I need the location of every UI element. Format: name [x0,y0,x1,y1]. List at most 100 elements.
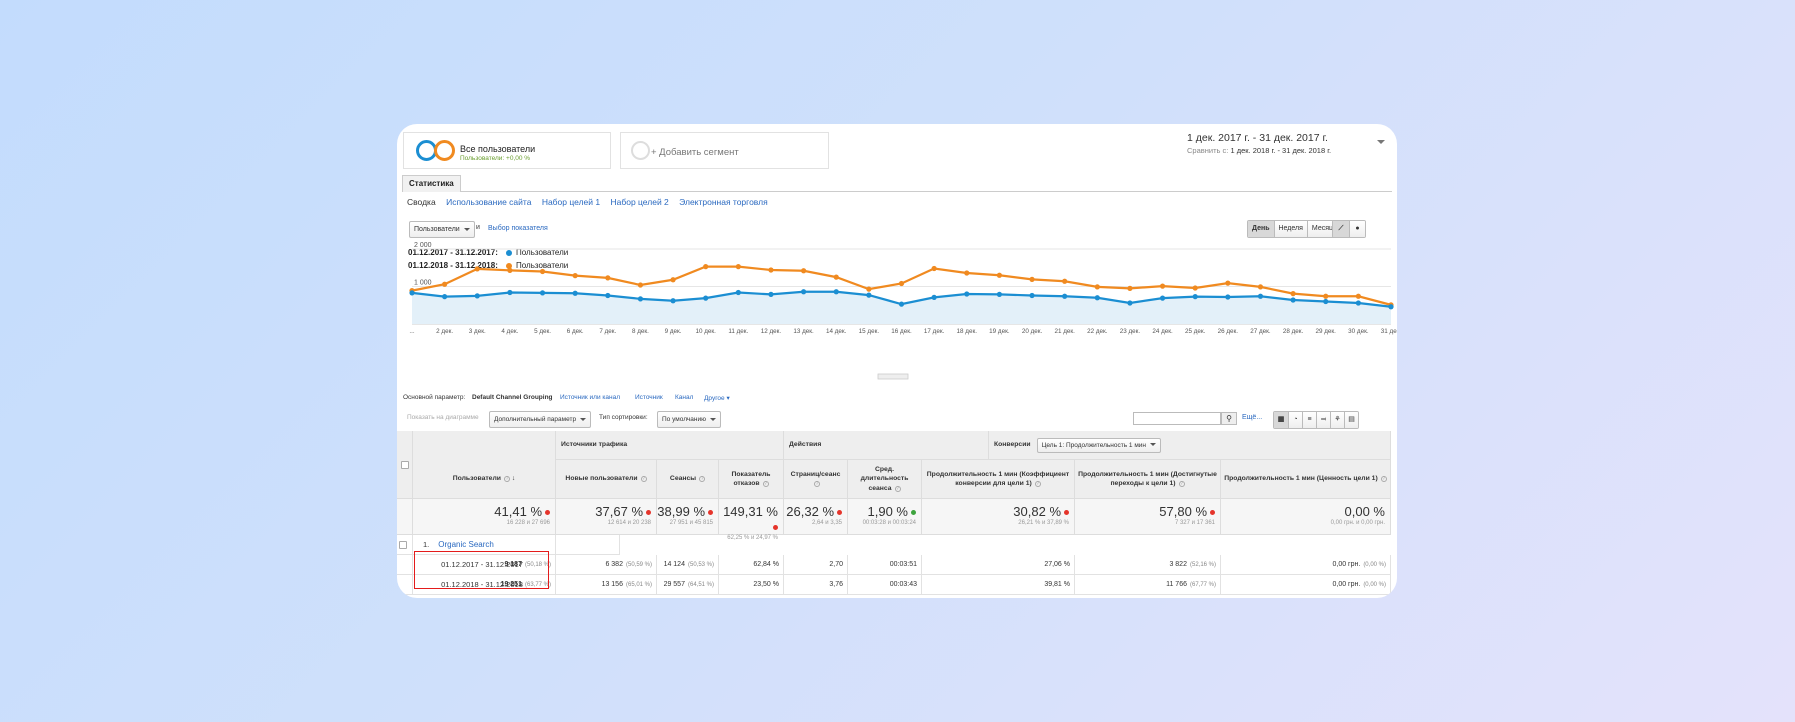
series-2018-point [572,273,578,279]
x-tick-label: 7 дек. [599,328,616,335]
comparison-view-icon[interactable]: ⫤ [1316,412,1330,428]
series-2018-point [1355,293,1361,299]
pivot-view-icon[interactable]: ▤ [1344,412,1358,428]
total-pages-per-session: 26,32 % 2,64 и 3,35 [784,499,848,535]
cell-share: (50,59 %) [625,561,652,568]
cell-share: (0,00 %) [1363,581,1386,588]
series-2017-point [1323,298,1329,305]
group-behavior: Действия [784,431,989,460]
header-goal1-completions-label: Продолжительность 1 мин (Достигнутые пер… [1078,470,1217,487]
pie-view-icon[interactable]: ◔ [1288,412,1302,428]
header-bounce-rate[interactable]: Показатель отказов? [719,460,784,499]
series-2018-point [1323,293,1329,299]
organic-search-link[interactable]: Organic Search [438,540,494,549]
x-tick-label: 25 дек. [1185,328,1206,335]
x-tick-label: 23 дек. [1120,328,1141,335]
cell-share: (50,53 %) [687,561,714,568]
row-spacer [397,555,413,575]
x-tick-label: 12 дек. [761,328,782,335]
series-2017-point [898,301,905,307]
series-2018-point [442,281,448,287]
total-value: 30,82 % [922,504,1069,519]
chevron-down-icon [709,417,716,421]
total-goal1-value: 0,00 % 0,00 грн. и 0,00 грн. [1221,499,1391,535]
help-icon[interactable]: ? [1178,481,1185,487]
help-icon[interactable]: ? [699,476,706,483]
dimension-source-medium[interactable]: Источник или канал [560,394,620,401]
highlight-box [414,551,549,589]
total-value: 1,90 % [848,504,916,519]
series-2018-point [703,264,709,270]
series-2017-point [637,296,644,302]
header-new-users[interactable]: Новые пользователи? [556,460,657,499]
totals-spacer [397,499,413,535]
help-icon[interactable]: ? [640,476,647,483]
series-2017-point [866,292,872,298]
header-avg-session-duration[interactable]: Сред. длительность сеанса? [848,460,922,499]
header-pages-per-session[interactable]: Страниц/сеанс? [784,460,848,499]
secondary-dimension-select[interactable]: Дополнительный параметр [489,411,592,428]
select-all-checkbox[interactable] [400,460,409,469]
header-goal1-completions[interactable]: Продолжительность 1 мин (Достигнутые пер… [1075,460,1221,499]
series-2017-point [1388,304,1394,310]
series-2018-point [539,268,546,275]
header-goal1-conversion-rate[interactable]: Продолжительность 1 мин (Коэффициент кон… [922,460,1075,499]
decrease-dot-icon [773,525,778,531]
total-sub: 27 951 и 45 815 [669,520,713,526]
sort-type-select[interactable]: По умолчанию [657,411,721,428]
x-tick-label: 26 дек. [1218,328,1239,335]
sort-type-label: Тип сортировки: [599,414,648,421]
line-chart: 2 000 1 000... 2 дек. 3 дек. 4 дек. 5 дек. 6 д… [409,242,1397,380]
table-search-input[interactable] [1133,412,1221,425]
dimension-active: Default Channel Grouping [472,394,553,401]
cell-value: 6 382 [605,561,623,568]
cell-bounce-rate: 23,50 % [719,575,784,595]
more-link[interactable]: Ещё... [1242,414,1262,421]
cell-goal1-completions: 3 822 (52,16 %) [1075,555,1221,575]
table-view-icon[interactable]: ▦ [1274,412,1288,428]
series-2017-point [442,294,448,300]
increase-dot-icon [911,510,916,516]
help-icon[interactable]: ? [894,485,901,492]
help-icon[interactable]: ? [1380,476,1387,483]
sort-arrow-icon: ↓ [509,475,516,483]
header-goal1-value[interactable]: Продолжительность 1 мин (Ценность цели 1… [1221,460,1391,499]
help-icon[interactable]: ? [1034,481,1041,487]
total-value: 41,41 % [413,504,550,519]
cell-value: 39,81 % [1044,581,1070,588]
total-value: 38,99 % [657,504,713,519]
cell-value: 2,70 [829,561,843,568]
x-tick-label: 22 дек. [1087,328,1108,335]
dimension-other[interactable]: Другое ▾ [704,394,730,402]
group-traffic-sources: Источники трафика [556,431,784,460]
dimension-medium[interactable]: Канал [675,394,693,401]
series-2017-point [703,295,709,301]
header-users[interactable]: Пользователи? ↓ [413,460,556,499]
series-2017-point [670,298,676,304]
x-tick-label: 29 дек. [1316,328,1337,335]
total-users: 41,41 % 16 228 и 27 696 [413,499,556,535]
select-all-cell [397,431,413,499]
search-icon[interactable]: ⚲ [1221,412,1237,425]
cell-value: 3 822 [1169,561,1187,568]
header-new-users-label: Новые пользователи? [565,475,647,483]
bar-view-icon[interactable]: ≡ [1302,412,1316,428]
header-sessions[interactable]: Сеансы? [657,460,719,499]
series-2018-point [1127,285,1133,291]
x-tick-label: 16 дек. [891,328,912,335]
goal-select[interactable]: Цель 1: Продолжительность 1 мин [1036,437,1162,453]
plot-rows-button[interactable]: Показать на диаграмме [407,414,479,421]
row-checkbox[interactable] [398,540,407,549]
x-tick-label: 19 дек. [989,328,1010,335]
term-cloud-icon[interactable]: ⚘ [1330,412,1344,428]
total-sessions: 38,99 % 27 951 и 45 815 [657,499,719,535]
help-icon[interactable]: ? [762,481,769,487]
dimension-source[interactable]: Источник [635,394,663,401]
cell-value: 29 557 [663,581,685,588]
help-icon[interactable]: ? [814,481,820,487]
series-2018-point [996,272,1003,278]
series-2017-point [1290,297,1296,303]
cell-avg-session-duration: 00:03:51 [848,555,922,575]
series-2018-point [670,277,676,283]
total-sub: 12 614 и 20 238 [607,520,651,526]
